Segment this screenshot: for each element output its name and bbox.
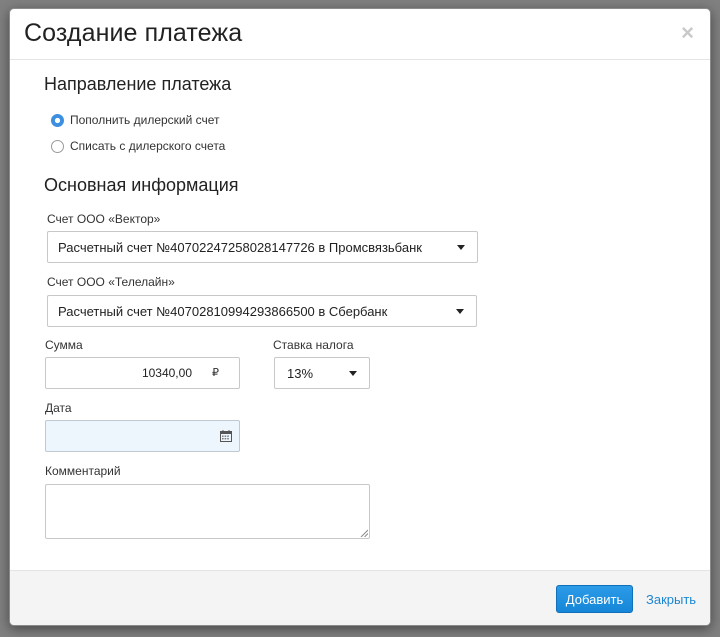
radio-button[interactable] xyxy=(51,139,64,153)
dialog-header: Создание платежа × xyxy=(10,9,710,60)
dialog-footer: Добавить Закрыть xyxy=(10,570,710,625)
sum-input[interactable]: 10340,00 ₽ xyxy=(45,357,240,389)
resize-handle-icon[interactable] xyxy=(360,529,368,537)
select-value: Расчетный счет №40702810994293866500 в С… xyxy=(58,303,388,319)
chevron-down-icon xyxy=(349,371,357,376)
tax-rate-select[interactable]: 13% xyxy=(274,357,370,389)
account-teleline-select[interactable]: Расчетный счет №40702810994293866500 в С… xyxy=(47,295,477,327)
select-value: Расчетный счет №40702247258028147726 в П… xyxy=(58,239,422,255)
chevron-down-icon xyxy=(457,245,465,250)
account-vector-label: Счет ООО «Вектор» xyxy=(47,212,161,226)
account-vector-select[interactable]: Расчетный счет №40702247258028147726 в П… xyxy=(47,231,478,263)
date-input[interactable] xyxy=(45,420,240,452)
chevron-down-icon xyxy=(456,309,464,314)
comment-label: Комментарий xyxy=(45,464,121,478)
radio-label: Списать с дилерского счета xyxy=(70,139,226,153)
select-value: 13% xyxy=(287,365,314,381)
account-teleline-label: Счет ООО «Телелайн» xyxy=(47,275,175,289)
comment-textarea[interactable] xyxy=(45,484,370,539)
sum-label: Сумма xyxy=(45,338,83,352)
tax-rate-label: Ставка налога xyxy=(273,338,354,352)
main-info-heading: Основная информация xyxy=(44,175,239,195)
close-icon[interactable]: × xyxy=(681,22,694,44)
radio-top-up-dealer-account[interactable]: Пополнить дилерский счет xyxy=(51,112,220,128)
radio-button-checked[interactable] xyxy=(51,113,64,127)
radio-label: Пополнить дилерский счет xyxy=(70,113,220,127)
calendar-icon[interactable] xyxy=(220,430,232,442)
add-button[interactable]: Добавить xyxy=(556,585,633,613)
ruble-sign: ₽ xyxy=(212,367,219,379)
sum-value: 10340,00 xyxy=(141,366,192,380)
close-link[interactable]: Закрыть xyxy=(646,592,696,607)
radio-debit-dealer-account[interactable]: Списать с дилерского счета xyxy=(51,138,225,154)
date-label: Дата xyxy=(45,401,72,415)
dialog-title: Создание платежа xyxy=(24,19,243,47)
payment-direction-heading: Направление платежа xyxy=(44,74,232,94)
create-payment-dialog: Создание платежа × Направление платежа П… xyxy=(9,8,711,626)
